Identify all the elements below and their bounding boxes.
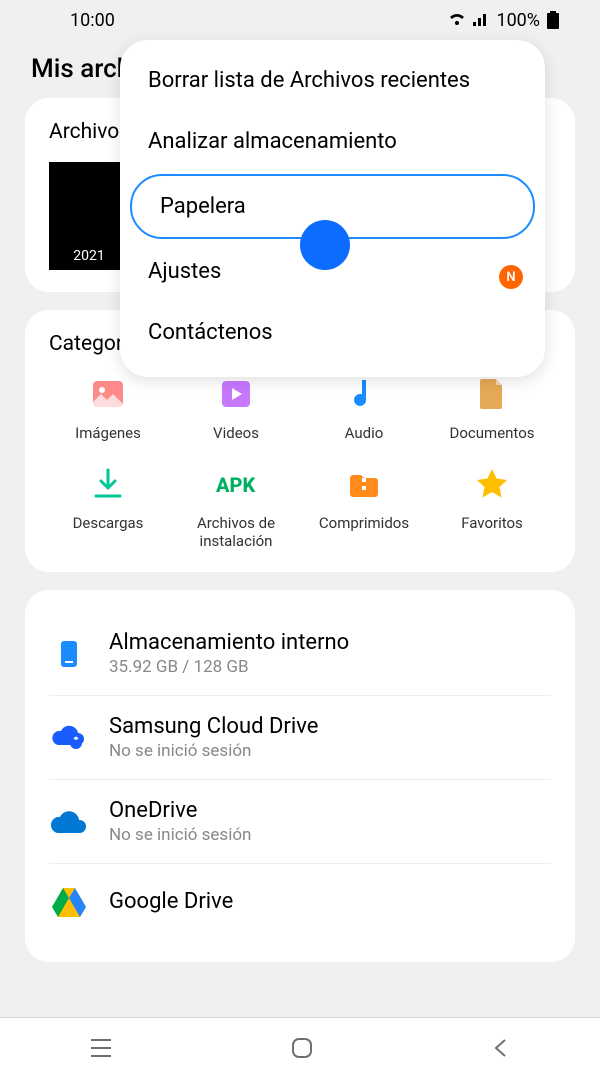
menu-item-label: Ajustes — [148, 259, 221, 284]
menu-item-label: Papelera — [160, 194, 246, 219]
category-label: Documentos — [450, 424, 535, 442]
recent-thumb[interactable]: 2021 — [49, 162, 129, 270]
status-bar: 10:00 100% — [0, 0, 600, 40]
internal-icon — [49, 634, 89, 674]
category-label: Audio — [345, 424, 384, 442]
back-nav-icon[interactable] — [491, 1036, 511, 1060]
battery-icon — [546, 11, 560, 29]
storage-title: Samsung Cloud Drive — [109, 714, 551, 739]
storage-sub: No se inició sesión — [109, 741, 551, 761]
menu-item-label: Borrar lista de Archivos recientes — [148, 68, 470, 93]
menu-item-4[interactable]: Contáctenos — [120, 302, 545, 363]
status-time: 10:00 — [70, 10, 115, 31]
signal-icon — [472, 13, 490, 27]
favorites-icon — [472, 464, 512, 504]
categories-grid: Imágenes Videos Audio Documentos Descargas AP… — [49, 374, 551, 550]
new-badge: N — [499, 265, 523, 289]
storage-internal[interactable]: Almacenamiento interno35.92 GB / 128 GB — [49, 612, 551, 696]
menu-item-1[interactable]: Analizar almacenamiento — [120, 111, 545, 172]
downloads-icon — [88, 464, 128, 504]
compressed-icon — [344, 464, 384, 504]
category-label: Videos — [213, 424, 259, 442]
category-images[interactable]: Imágenes — [49, 374, 167, 442]
battery-text: 100% — [496, 10, 540, 31]
storage-sub: No se inició sesión — [109, 825, 551, 845]
category-compressed[interactable]: Comprimidos — [305, 464, 423, 550]
samsung-cloud-icon — [49, 718, 89, 758]
category-label: Archivos de instalación — [177, 514, 295, 550]
wifi-icon — [448, 13, 466, 27]
documents-icon — [472, 374, 512, 414]
category-videos[interactable]: Videos — [177, 374, 295, 442]
nav-bar — [0, 1017, 600, 1077]
phone-frame: 10:00 100% Mis archivos Archivos recient… — [0, 0, 600, 1077]
home-nav-icon[interactable] — [290, 1036, 314, 1060]
menu-item-label: Analizar almacenamiento — [148, 129, 397, 154]
recent-year: 2021 — [73, 248, 104, 264]
category-documents[interactable]: Documentos — [433, 374, 551, 442]
onedrive-icon — [49, 802, 89, 842]
storage-title: OneDrive — [109, 798, 551, 823]
category-audio[interactable]: Audio — [305, 374, 423, 442]
storage-title: Almacenamiento interno — [109, 630, 551, 655]
category-favorites[interactable]: Favoritos — [433, 464, 551, 550]
menu-item-0[interactable]: Borrar lista de Archivos recientes — [120, 50, 545, 111]
audio-icon — [344, 374, 384, 414]
apk-icon: APK — [216, 464, 256, 504]
storage-samsung-cloud[interactable]: Samsung Cloud DriveNo se inició sesión — [49, 696, 551, 780]
svg-text:APK: APK — [216, 473, 255, 497]
google-drive-icon — [49, 882, 89, 922]
category-label: Favoritos — [461, 514, 523, 532]
storage-onedrive[interactable]: OneDriveNo se inició sesión — [49, 780, 551, 864]
storage-sub: 35.92 GB / 128 GB — [109, 657, 551, 677]
category-label: Imágenes — [75, 424, 141, 442]
status-right: 100% — [448, 10, 560, 31]
context-menu: Borrar lista de Archivos recientes Analiz… — [120, 40, 545, 377]
storage-card: Almacenamiento interno35.92 GB / 128 GBS… — [25, 590, 575, 962]
storage-title: Google Drive — [109, 889, 551, 914]
category-apk[interactable]: APK Archivos de instalación — [177, 464, 295, 550]
recents-nav-icon[interactable] — [89, 1038, 113, 1058]
videos-icon — [216, 374, 256, 414]
touch-indicator — [300, 220, 350, 270]
images-icon — [88, 374, 128, 414]
storage-google-drive[interactable]: Google Drive — [49, 864, 551, 940]
category-downloads[interactable]: Descargas — [49, 464, 167, 550]
category-label: Comprimidos — [319, 514, 409, 532]
category-label: Descargas — [73, 514, 144, 532]
menu-item-label: Contáctenos — [148, 320, 273, 345]
